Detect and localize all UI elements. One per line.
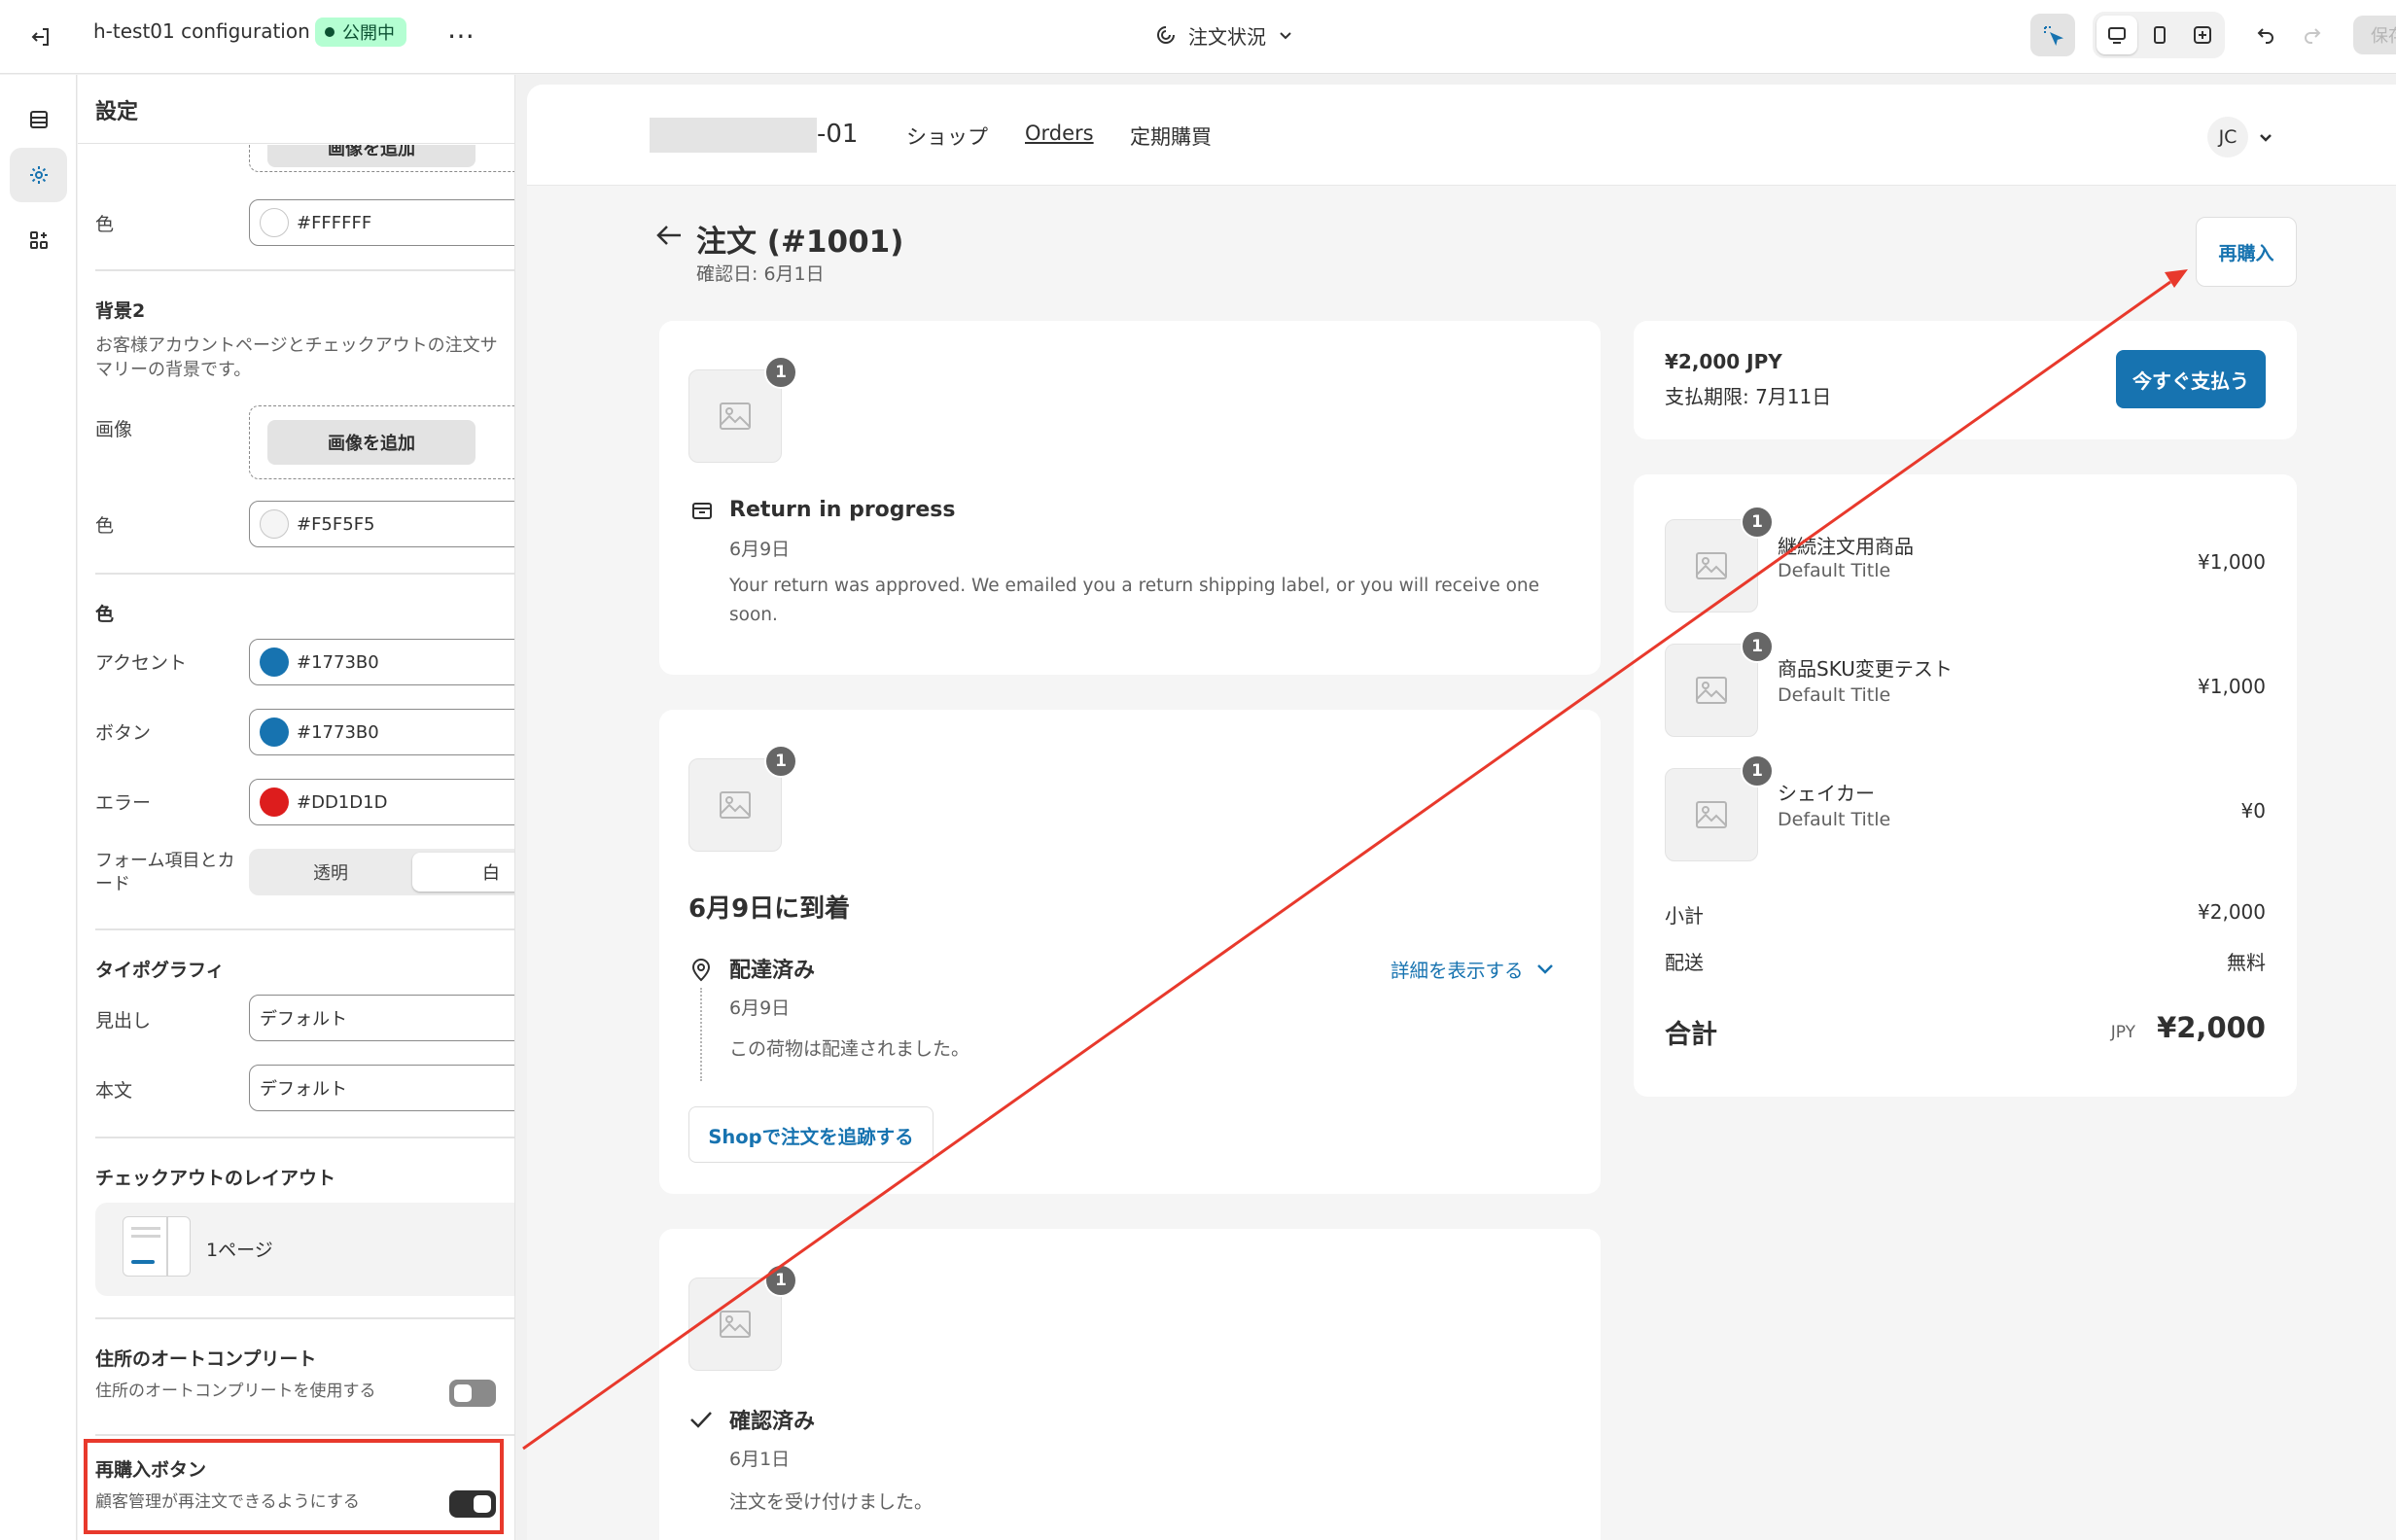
annotation-arrow: [522, 269, 2188, 1451]
